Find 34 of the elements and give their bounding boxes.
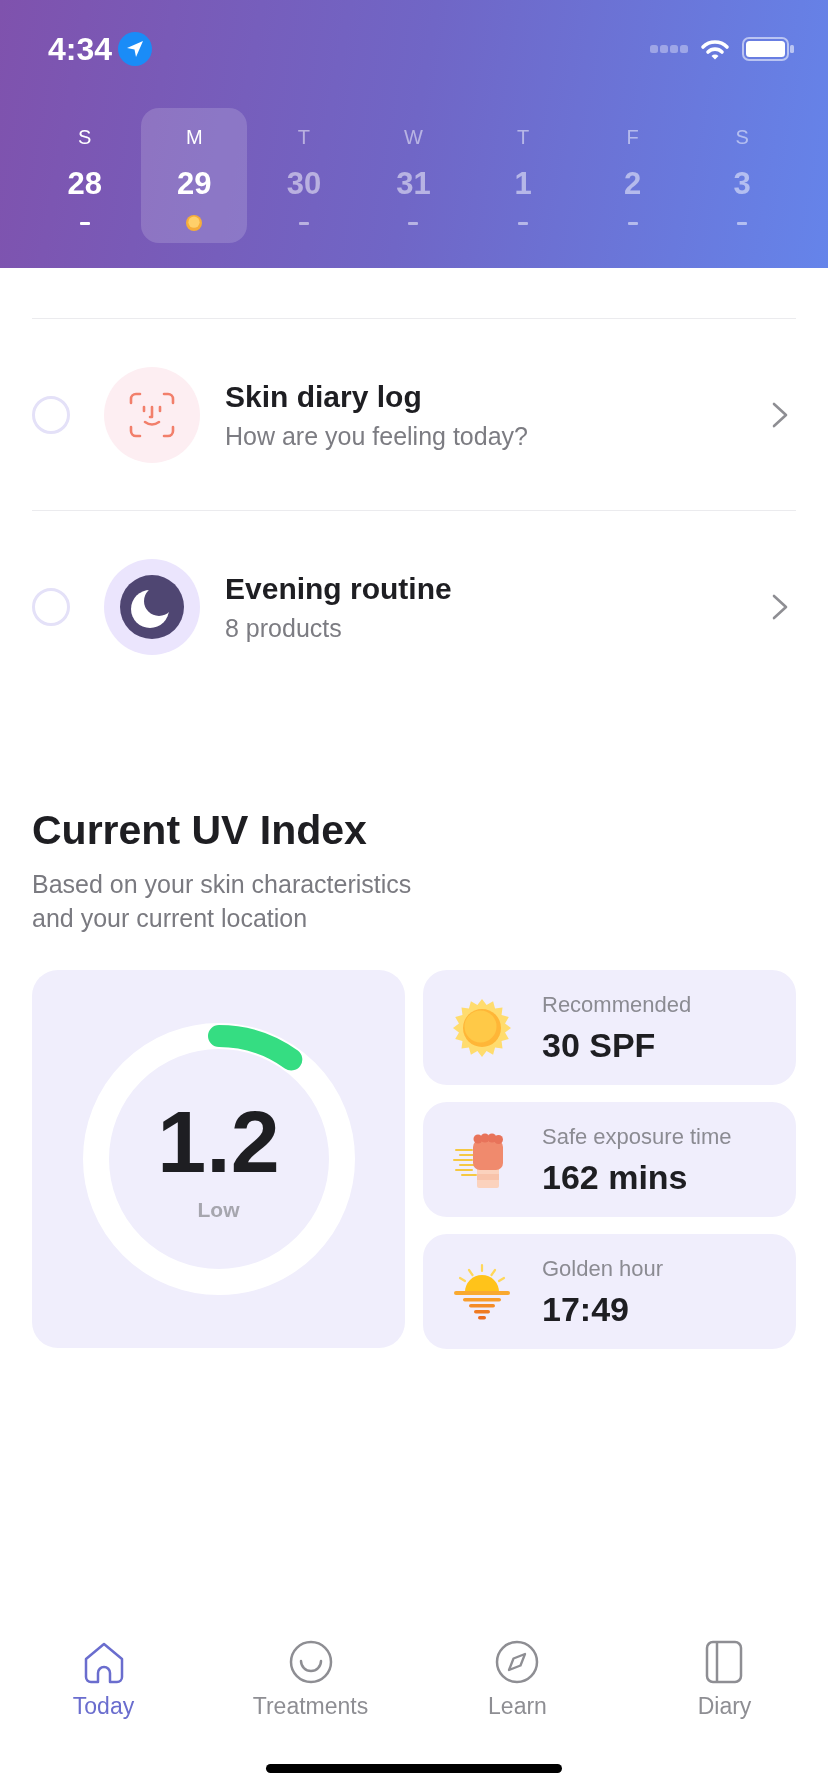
- moon-icon: [104, 558, 200, 655]
- sun-icon: [452, 997, 512, 1058]
- tab-button[interactable]: Diary: [697, 1640, 752, 1720]
- face-scan-icon: [104, 366, 200, 463]
- tab-button[interactable]: Today: [72, 1640, 135, 1720]
- status-time: 4:34: [48, 30, 113, 68]
- battery-icon: [742, 37, 794, 61]
- task-subtitle: How are you feeling today?: [225, 420, 528, 451]
- stat-value: 17:49: [542, 1288, 630, 1329]
- stat-value: 162 mins: [542, 1156, 689, 1197]
- tab-button[interactable]: Learn: [488, 1640, 547, 1720]
- compass-icon: [495, 1640, 540, 1684]
- day-tab[interactable]: M 29: [141, 108, 248, 243]
- uv-value: 1.2: [157, 1096, 280, 1188]
- smiley-icon: [288, 1640, 333, 1684]
- wifi-icon: [700, 38, 730, 60]
- stat-label: Recommended: [542, 990, 692, 1019]
- section-title: Current UV Index: [32, 807, 368, 853]
- stat-label: Golden hour: [542, 1254, 664, 1283]
- stat-value: 30 SPF: [542, 1024, 657, 1065]
- signal-icon: [650, 45, 688, 53]
- stat-label: Safe exposure time: [542, 1122, 732, 1151]
- day-tab[interactable]: S 28: [31, 108, 138, 243]
- checkbox[interactable]: [32, 395, 70, 434]
- chevron-right-icon[interactable]: [772, 593, 788, 620]
- chevron-right-icon[interactable]: [772, 401, 788, 428]
- tab-button[interactable]: Treatments: [252, 1640, 369, 1720]
- section-subtitle: Based on your skin characteristics and your current location: [32, 869, 413, 934]
- task-title: Evening routine: [225, 570, 452, 607]
- task-title: Skin diary log: [225, 378, 423, 415]
- sunset-icon: [452, 1261, 512, 1322]
- uv-rating: Low: [197, 1198, 240, 1222]
- task-subtitle: 8 products: [225, 612, 343, 643]
- checkbox[interactable]: [32, 587, 70, 626]
